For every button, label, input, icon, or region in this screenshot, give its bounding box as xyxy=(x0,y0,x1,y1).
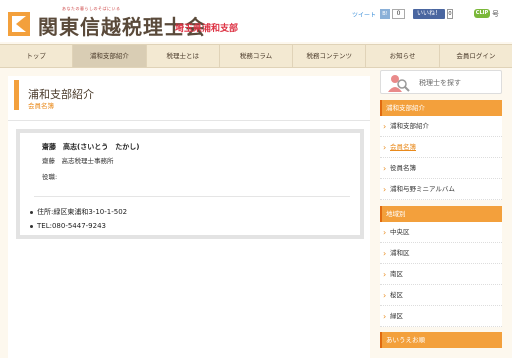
hatena-icon: B! xyxy=(380,9,390,19)
member-tel: TEL:080-5447-9243 xyxy=(37,222,106,230)
member-name: 齋藤 高志(さいとう たかし) xyxy=(42,143,140,151)
sidebar-heading-aiueo: あいうえお順 xyxy=(380,332,502,348)
nav-item-about-tax-accountant[interactable]: 税理士とは xyxy=(147,45,220,67)
member-card: 齋藤 高志(さいとう たかし) 齋藤 高志税理士事務所 役職: 住所:緑区東浦和… xyxy=(16,129,364,239)
title-accent-bar xyxy=(14,80,19,110)
facebook-like-count: 0 xyxy=(447,9,453,19)
sidebar-item-branch-intro[interactable]: 浦和支部紹介 xyxy=(380,116,502,137)
sidebar-item-officer-list[interactable]: 役員名簿 xyxy=(380,158,502,179)
sidebar-heading-branch: 浦和支部紹介 xyxy=(380,100,502,116)
member-tel-row: TEL:080-5447-9243 xyxy=(30,222,106,230)
main-nav: トップ 浦和支部紹介 税理士とは 税務コラム 税務コンテンツ お知らせ 会員ログ… xyxy=(0,44,512,68)
member-office: 齋藤 高志税理士事務所 xyxy=(42,157,114,165)
search-person-icon xyxy=(388,75,410,92)
facebook-like[interactable]: いいね！ 0 xyxy=(413,9,453,19)
clip-button[interactable]: CLIP xyxy=(474,9,490,18)
hatena-bookmark[interactable]: B! 0 xyxy=(380,9,405,19)
logo-icon[interactable] xyxy=(8,12,30,36)
find-accountant-button[interactable]: 税理士を探す xyxy=(380,70,502,94)
hatena-count: 0 xyxy=(392,9,405,19)
tweet-link[interactable]: ツイート xyxy=(352,9,376,19)
bullet-icon xyxy=(30,224,33,228)
site-header: あなたの暮らしのそばにいる 関東信越税理士会 埼玉県浦和支部 ツイート B! 0… xyxy=(0,0,512,42)
card-divider xyxy=(34,196,350,197)
sidebar-item-member-list[interactable]: 会員名簿 xyxy=(380,137,502,158)
branch-name: 埼玉県浦和支部 xyxy=(175,24,239,34)
main-content: 浦和支部紹介 会員名簿 齋藤 高志(さいとう たかし) 齋藤 高志税理士事務所 … xyxy=(8,76,370,358)
sidebar-item-midori-ku[interactable]: 緑区 xyxy=(380,306,502,327)
sidebar-item-minami-ku[interactable]: 南区 xyxy=(380,264,502,285)
nav-item-tax-contents[interactable]: 税務コンテンツ xyxy=(293,45,367,67)
bullet-icon xyxy=(30,210,33,214)
sidebar-item-chuo-ku[interactable]: 中央区 xyxy=(380,222,502,243)
find-accountant-label: 税理士を探す xyxy=(419,79,461,87)
member-address-row: 住所:緑区東浦和3-10-1-502 xyxy=(30,207,127,217)
divider xyxy=(8,120,370,121)
sidebar-list-branch: 浦和支部紹介 会員名簿 役員名簿 浦和与野ミニアルバム xyxy=(380,116,502,200)
member-address: 住所:緑区東浦和3-10-1-502 xyxy=(37,208,128,216)
sidebar-item-urawa-ku[interactable]: 浦和区 xyxy=(380,243,502,264)
nav-item-member-login[interactable]: 会員ログイン xyxy=(440,45,512,67)
nav-item-news[interactable]: お知らせ xyxy=(366,45,440,67)
sidebar-heading-region: 地域別 xyxy=(380,206,502,222)
nav-item-tax-column[interactable]: 税務コラム xyxy=(220,45,294,67)
sidebar-item-sakura-ku[interactable]: 桜区 xyxy=(380,285,502,306)
sidebar-item-mini-album[interactable]: 浦和与野ミニアルバム xyxy=(380,179,502,200)
nav-item-top[interactable]: トップ xyxy=(0,45,74,67)
nav-item-branch-intro[interactable]: 浦和支部紹介 xyxy=(73,45,147,67)
member-role: 役職: xyxy=(42,173,58,181)
sidebar-list-region: 中央区 浦和区 南区 桜区 緑区 xyxy=(380,222,502,327)
facebook-like-button[interactable]: いいね！ xyxy=(413,9,445,19)
page-subtitle: 会員名簿 xyxy=(28,102,54,110)
clip-suffix: 号 xyxy=(492,10,499,18)
